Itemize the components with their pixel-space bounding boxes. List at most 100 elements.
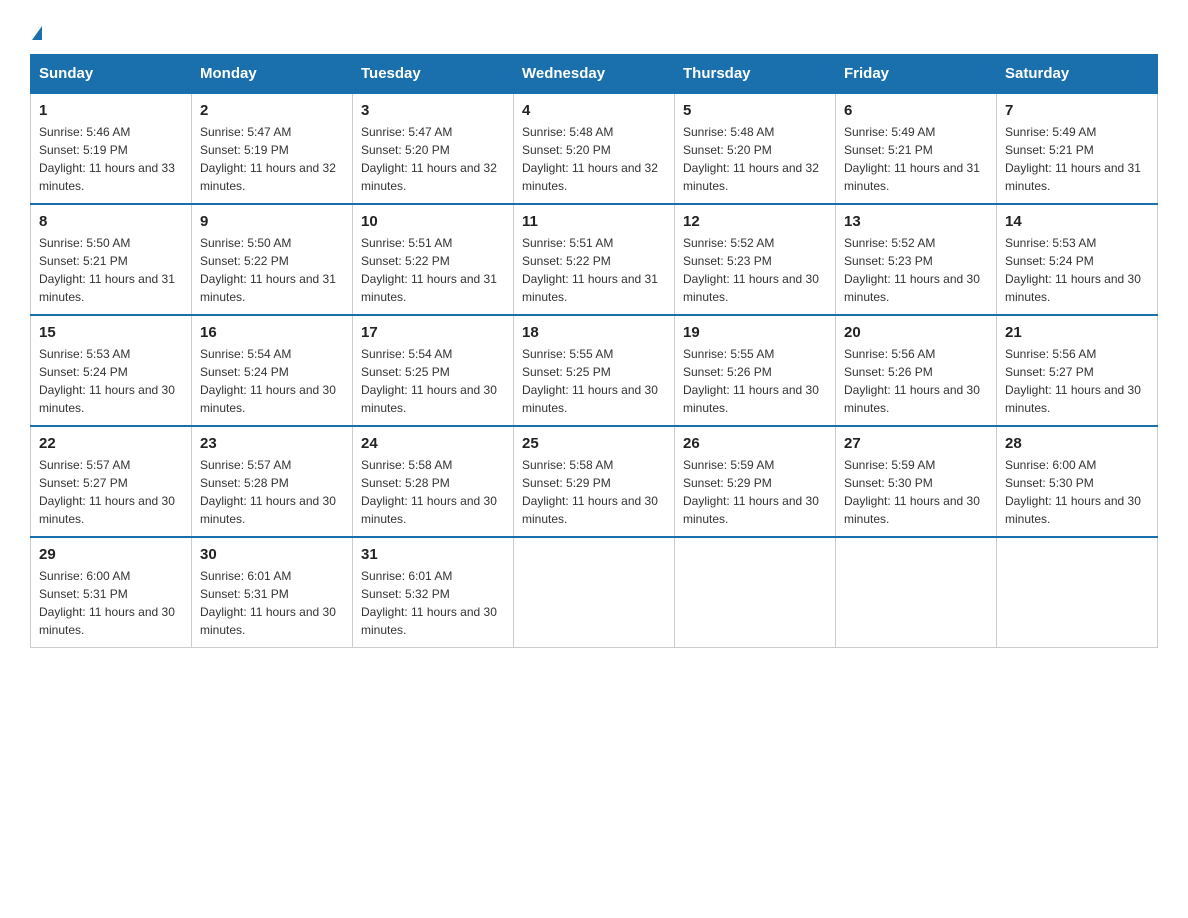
page-header [30, 20, 1158, 44]
day-info: Sunrise: 5:57 AMSunset: 5:27 PMDaylight:… [39, 456, 183, 528]
calendar-cell: 21Sunrise: 5:56 AMSunset: 5:27 PMDayligh… [997, 315, 1158, 426]
day-number: 12 [683, 213, 827, 230]
day-info: Sunrise: 6:00 AMSunset: 5:31 PMDaylight:… [39, 567, 183, 639]
calendar-header-thursday: Thursday [675, 55, 836, 94]
calendar-cell: 1 Sunrise: 5:46 AMSunset: 5:19 PMDaylight… [31, 93, 192, 204]
day-info: Sunrise: 5:52 AMSunset: 5:23 PMDaylight:… [844, 234, 988, 306]
day-info: Sunrise: 5:53 AMSunset: 5:24 PMDaylight:… [39, 345, 183, 417]
calendar-cell: 5 Sunrise: 5:48 AMSunset: 5:20 PMDaylight… [675, 93, 836, 204]
day-info: Sunrise: 5:50 AMSunset: 5:22 PMDaylight:… [200, 234, 344, 306]
calendar-cell: 15 Sunrise: 5:53 AMSunset: 5:24 PMDayligh… [31, 315, 192, 426]
day-number: 23 [200, 435, 344, 452]
logo [30, 20, 42, 44]
calendar-cell: 31 Sunrise: 6:01 AMSunset: 5:32 PMDayligh… [353, 537, 514, 648]
calendar-cell: 12 Sunrise: 5:52 AMSunset: 5:23 PMDayligh… [675, 204, 836, 315]
calendar-header-wednesday: Wednesday [514, 55, 675, 94]
day-number: 13 [844, 213, 988, 230]
day-number: 5 [683, 102, 827, 119]
calendar-week-row-3: 15 Sunrise: 5:53 AMSunset: 5:24 PMDayligh… [31, 315, 1158, 426]
day-number: 17 [361, 324, 505, 341]
calendar-cell: 28 Sunrise: 6:00 AMSunset: 5:30 PMDayligh… [997, 426, 1158, 537]
day-number: 19 [683, 324, 827, 341]
calendar-week-row-4: 22 Sunrise: 5:57 AMSunset: 5:27 PMDayligh… [31, 426, 1158, 537]
calendar-cell: 24 Sunrise: 5:58 AMSunset: 5:28 PMDayligh… [353, 426, 514, 537]
day-info: Sunrise: 5:50 AMSunset: 5:21 PMDaylight:… [39, 234, 183, 306]
calendar-cell [675, 537, 836, 648]
day-info: Sunrise: 5:49 AMSunset: 5:21 PMDaylight:… [1005, 123, 1149, 195]
calendar-cell: 29Sunrise: 6:00 AMSunset: 5:31 PMDayligh… [31, 537, 192, 648]
day-number: 26 [683, 435, 827, 452]
day-info: Sunrise: 5:56 AMSunset: 5:26 PMDaylight:… [844, 345, 988, 417]
calendar-header-tuesday: Tuesday [353, 55, 514, 94]
calendar-week-row-5: 29Sunrise: 6:00 AMSunset: 5:31 PMDayligh… [31, 537, 1158, 648]
day-info: Sunrise: 5:54 AMSunset: 5:25 PMDaylight:… [361, 345, 505, 417]
day-info: Sunrise: 6:00 AMSunset: 5:30 PMDaylight:… [1005, 456, 1149, 528]
calendar-week-row-2: 8Sunrise: 5:50 AMSunset: 5:21 PMDaylight… [31, 204, 1158, 315]
day-number: 15 [39, 324, 183, 341]
day-info: Sunrise: 5:48 AMSunset: 5:20 PMDaylight:… [683, 123, 827, 195]
calendar-header-sunday: Sunday [31, 55, 192, 94]
day-info: Sunrise: 5:58 AMSunset: 5:28 PMDaylight:… [361, 456, 505, 528]
day-number: 7 [1005, 102, 1149, 119]
day-number: 14 [1005, 213, 1149, 230]
day-info: Sunrise: 5:55 AMSunset: 5:25 PMDaylight:… [522, 345, 666, 417]
calendar-table: SundayMondayTuesdayWednesdayThursdayFrid… [30, 54, 1158, 648]
calendar-cell: 26 Sunrise: 5:59 AMSunset: 5:29 PMDayligh… [675, 426, 836, 537]
calendar-cell: 11 Sunrise: 5:51 AMSunset: 5:22 PMDayligh… [514, 204, 675, 315]
day-info: Sunrise: 5:53 AMSunset: 5:24 PMDaylight:… [1005, 234, 1149, 306]
day-number: 22 [39, 435, 183, 452]
day-info: Sunrise: 5:47 AMSunset: 5:20 PMDaylight:… [361, 123, 505, 195]
calendar-cell: 20 Sunrise: 5:56 AMSunset: 5:26 PMDayligh… [836, 315, 997, 426]
calendar-cell: 25 Sunrise: 5:58 AMSunset: 5:29 PMDayligh… [514, 426, 675, 537]
calendar-cell: 18 Sunrise: 5:55 AMSunset: 5:25 PMDayligh… [514, 315, 675, 426]
day-info: Sunrise: 5:49 AMSunset: 5:21 PMDaylight:… [844, 123, 988, 195]
calendar-header-saturday: Saturday [997, 55, 1158, 94]
day-info: Sunrise: 5:46 AMSunset: 5:19 PMDaylight:… [39, 123, 183, 195]
day-info: Sunrise: 5:47 AMSunset: 5:19 PMDaylight:… [200, 123, 344, 195]
day-info: Sunrise: 5:57 AMSunset: 5:28 PMDaylight:… [200, 456, 344, 528]
day-info: Sunrise: 5:58 AMSunset: 5:29 PMDaylight:… [522, 456, 666, 528]
calendar-cell [514, 537, 675, 648]
day-info: Sunrise: 5:51 AMSunset: 5:22 PMDaylight:… [361, 234, 505, 306]
calendar-cell: 30Sunrise: 6:01 AMSunset: 5:31 PMDayligh… [192, 537, 353, 648]
day-number: 27 [844, 435, 988, 452]
calendar-cell: 22 Sunrise: 5:57 AMSunset: 5:27 PMDayligh… [31, 426, 192, 537]
calendar-cell: 7 Sunrise: 5:49 AMSunset: 5:21 PMDaylight… [997, 93, 1158, 204]
day-number: 21 [1005, 324, 1149, 341]
day-info: Sunrise: 5:55 AMSunset: 5:26 PMDaylight:… [683, 345, 827, 417]
day-number: 9 [200, 213, 344, 230]
day-number: 10 [361, 213, 505, 230]
logo-triangle-icon [32, 26, 42, 40]
day-number: 4 [522, 102, 666, 119]
calendar-cell [997, 537, 1158, 648]
calendar-cell [836, 537, 997, 648]
day-number: 31 [361, 546, 505, 563]
calendar-cell: 3 Sunrise: 5:47 AMSunset: 5:20 PMDaylight… [353, 93, 514, 204]
day-number: 25 [522, 435, 666, 452]
calendar-cell: 4 Sunrise: 5:48 AMSunset: 5:20 PMDaylight… [514, 93, 675, 204]
day-info: Sunrise: 6:01 AMSunset: 5:32 PMDaylight:… [361, 567, 505, 639]
day-number: 28 [1005, 435, 1149, 452]
day-info: Sunrise: 5:59 AMSunset: 5:29 PMDaylight:… [683, 456, 827, 528]
day-info: Sunrise: 5:51 AMSunset: 5:22 PMDaylight:… [522, 234, 666, 306]
calendar-cell: 16Sunrise: 5:54 AMSunset: 5:24 PMDayligh… [192, 315, 353, 426]
day-number: 1 [39, 102, 183, 119]
calendar-cell: 9 Sunrise: 5:50 AMSunset: 5:22 PMDaylight… [192, 204, 353, 315]
calendar-cell: 27Sunrise: 5:59 AMSunset: 5:30 PMDayligh… [836, 426, 997, 537]
day-number: 11 [522, 213, 666, 230]
day-number: 16 [200, 324, 344, 341]
calendar-cell: 17 Sunrise: 5:54 AMSunset: 5:25 PMDayligh… [353, 315, 514, 426]
calendar-cell: 23 Sunrise: 5:57 AMSunset: 5:28 PMDayligh… [192, 426, 353, 537]
day-number: 20 [844, 324, 988, 341]
day-number: 18 [522, 324, 666, 341]
calendar-cell: 14 Sunrise: 5:53 AMSunset: 5:24 PMDayligh… [997, 204, 1158, 315]
day-number: 6 [844, 102, 988, 119]
calendar-cell: 10 Sunrise: 5:51 AMSunset: 5:22 PMDayligh… [353, 204, 514, 315]
calendar-header-row: SundayMondayTuesdayWednesdayThursdayFrid… [31, 55, 1158, 94]
day-info: Sunrise: 5:48 AMSunset: 5:20 PMDaylight:… [522, 123, 666, 195]
calendar-cell: 2Sunrise: 5:47 AMSunset: 5:19 PMDaylight… [192, 93, 353, 204]
day-number: 24 [361, 435, 505, 452]
day-number: 3 [361, 102, 505, 119]
day-info: Sunrise: 5:52 AMSunset: 5:23 PMDaylight:… [683, 234, 827, 306]
day-info: Sunrise: 6:01 AMSunset: 5:31 PMDaylight:… [200, 567, 344, 639]
